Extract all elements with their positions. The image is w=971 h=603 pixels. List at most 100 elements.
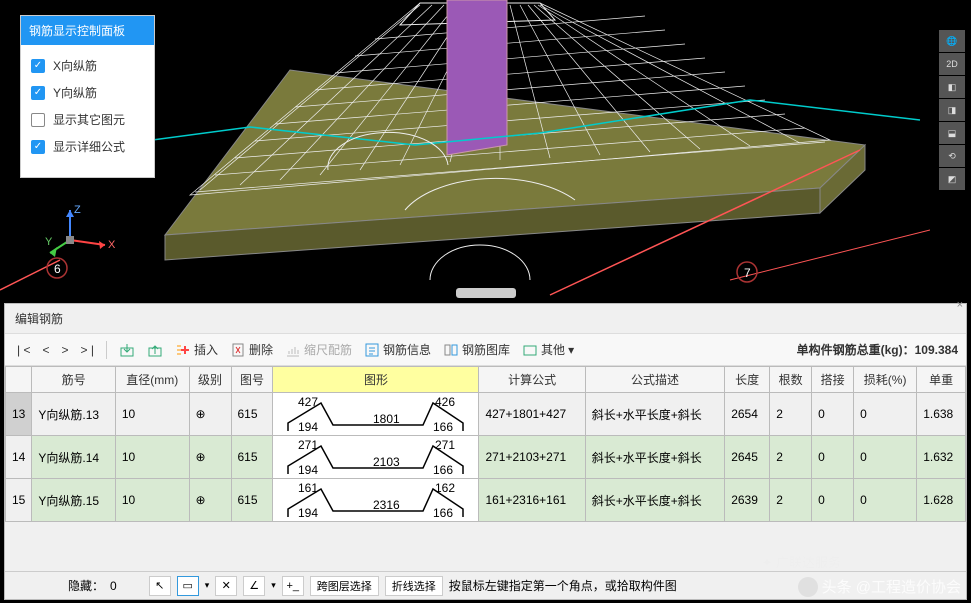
table-row[interactable]: 15Y向纵筋.1510⊕615 161 162 194 2316 166 161…: [6, 479, 966, 522]
cell[interactable]: Y向纵筋.13: [32, 393, 116, 436]
cell[interactable]: 斜长+水平长度+斜长: [585, 479, 724, 522]
axis-marker-7: 7: [744, 266, 751, 280]
tool-plus-icon[interactable]: +_: [282, 576, 304, 596]
view-front-icon[interactable]: ◧: [939, 76, 965, 98]
cell[interactable]: 427+1801+427: [479, 393, 585, 436]
cell[interactable]: ⊕: [189, 479, 231, 522]
tool-cross-icon[interactable]: ✕: [215, 576, 237, 596]
cell[interactable]: 0: [854, 479, 917, 522]
cell[interactable]: 0: [812, 479, 854, 522]
cross-layer-button[interactable]: 跨图层选择: [310, 576, 379, 596]
insert-button[interactable]: 插入: [171, 339, 222, 360]
column-header[interactable]: [6, 367, 32, 393]
svg-text:194: 194: [298, 420, 318, 434]
column-header[interactable]: 直径(mm): [115, 367, 189, 393]
svg-text:1801: 1801: [373, 412, 400, 426]
column-header[interactable]: 计算公式: [479, 367, 585, 393]
watermark-service: ✦ 广联达服务: [761, 552, 841, 571]
hide-label: 隐藏：: [68, 577, 104, 594]
cell[interactable]: 10: [115, 479, 189, 522]
panel-option-3[interactable]: ✓显示详细公式: [31, 138, 144, 155]
cell[interactable]: 10: [115, 436, 189, 479]
rebar-grid[interactable]: 筋号直径(mm)级别图号图形计算公式公式描述长度根数搭接损耗(%)单重 13Y向…: [5, 366, 966, 566]
table-row[interactable]: 13Y向纵筋.1310⊕615 427 426 194 1801 166 427…: [6, 393, 966, 436]
view-rotate-icon[interactable]: ⟲: [939, 145, 965, 167]
export-icon[interactable]: [143, 340, 167, 360]
cell[interactable]: ⊕: [189, 436, 231, 479]
view-top-icon[interactable]: ⬓: [939, 122, 965, 144]
cell[interactable]: Y向纵筋.14: [32, 436, 116, 479]
row-index[interactable]: 14: [6, 436, 32, 479]
cell[interactable]: 1.638: [917, 393, 966, 436]
scale-button[interactable]: 缩尺配筋: [281, 339, 356, 360]
cell[interactable]: 2: [770, 479, 812, 522]
view-2d-button[interactable]: 2D: [939, 53, 965, 75]
column-header[interactable]: 图号: [231, 367, 273, 393]
column-header[interactable]: 长度: [725, 367, 770, 393]
viewport-scroll-handle[interactable]: [456, 288, 516, 298]
checkbox-checked-icon[interactable]: ✓: [31, 59, 45, 73]
cell[interactable]: 1.628: [917, 479, 966, 522]
column-header[interactable]: 公式描述: [585, 367, 724, 393]
cell[interactable]: 2: [770, 436, 812, 479]
axis-gizmo[interactable]: X Y Z: [45, 205, 115, 270]
cell[interactable]: ⊕: [189, 393, 231, 436]
cell[interactable]: 615: [231, 393, 273, 436]
panel-option-0[interactable]: ✓X向纵筋: [31, 57, 144, 74]
cell[interactable]: 161+2316+161: [479, 479, 585, 522]
shape-diagram[interactable]: 427 426 194 1801 166: [273, 393, 479, 436]
shape-diagram[interactable]: 271 271 194 2103 166: [273, 436, 479, 479]
info-button[interactable]: 钢筋信息: [360, 339, 435, 360]
column-header[interactable]: 单重: [917, 367, 966, 393]
delete-button[interactable]: 删除: [226, 339, 277, 360]
other-button[interactable]: 其他 ▾: [518, 339, 578, 360]
editor-title: 编辑钢筋: [5, 304, 966, 334]
tool-line-icon[interactable]: ∠: [243, 576, 265, 596]
nav-last-button[interactable]: > |: [77, 341, 98, 359]
panel-option-2[interactable]: 显示其它图元: [31, 111, 144, 128]
cell[interactable]: 1.632: [917, 436, 966, 479]
tool-rect-icon[interactable]: ▭: [177, 576, 199, 596]
view-side-icon[interactable]: ◨: [939, 99, 965, 121]
checkbox-checked-icon[interactable]: ✓: [31, 86, 45, 100]
checkbox-unchecked-icon[interactable]: [31, 113, 45, 127]
view-earth-icon[interactable]: 🌐: [939, 30, 965, 52]
import-icon[interactable]: [115, 340, 139, 360]
column-header[interactable]: 筋号: [32, 367, 116, 393]
cell[interactable]: 2639: [725, 479, 770, 522]
cell[interactable]: Y向纵筋.15: [32, 479, 116, 522]
nav-first-button[interactable]: | <: [13, 341, 34, 359]
column-header[interactable]: 根数: [770, 367, 812, 393]
checkbox-checked-icon[interactable]: ✓: [31, 140, 45, 154]
svg-text:166: 166: [433, 420, 453, 434]
cell[interactable]: 2: [770, 393, 812, 436]
table-row[interactable]: 14Y向纵筋.1410⊕615 271 271 194 2103 166 271…: [6, 436, 966, 479]
library-button[interactable]: 钢筋图库: [439, 339, 514, 360]
polyline-button[interactable]: 折线选择: [385, 576, 443, 596]
cell[interactable]: 斜长+水平长度+斜长: [585, 393, 724, 436]
row-index[interactable]: 15: [6, 479, 32, 522]
cell[interactable]: 10: [115, 393, 189, 436]
cell[interactable]: 0: [812, 393, 854, 436]
row-index[interactable]: 13: [6, 393, 32, 436]
panel-option-1[interactable]: ✓Y向纵筋: [31, 84, 144, 101]
close-icon[interactable]: ×: [957, 299, 963, 311]
column-header[interactable]: 级别: [189, 367, 231, 393]
cell[interactable]: 0: [854, 393, 917, 436]
cell[interactable]: 615: [231, 479, 273, 522]
tool-cursor-icon[interactable]: ↖: [149, 576, 171, 596]
column-header[interactable]: 图形: [273, 367, 479, 393]
cell[interactable]: 271+2103+271: [479, 436, 585, 479]
cell[interactable]: 0: [854, 436, 917, 479]
shape-diagram[interactable]: 161 162 194 2316 166: [273, 479, 479, 522]
cell[interactable]: 615: [231, 436, 273, 479]
nav-prev-button[interactable]: <: [38, 341, 53, 359]
cell[interactable]: 0: [812, 436, 854, 479]
cell[interactable]: 斜长+水平长度+斜长: [585, 436, 724, 479]
column-header[interactable]: 损耗(%): [854, 367, 917, 393]
view-iso-icon[interactable]: ◩: [939, 168, 965, 190]
cell[interactable]: 2654: [725, 393, 770, 436]
column-header[interactable]: 搭接: [812, 367, 854, 393]
cell[interactable]: 2645: [725, 436, 770, 479]
nav-next-button[interactable]: >: [57, 341, 72, 359]
